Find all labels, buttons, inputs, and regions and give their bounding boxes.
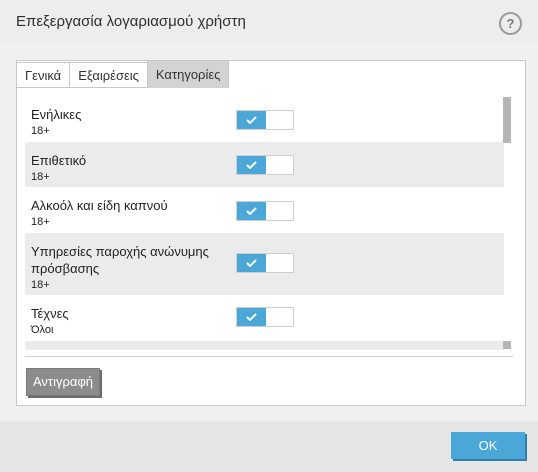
scrollbar-end[interactable] [503,341,511,349]
help-icon[interactable]: ? [499,12,522,35]
list-item [25,341,504,350]
ok-button[interactable]: OK [451,432,525,459]
category-name: Επιθετικό [31,153,87,168]
category-toggle[interactable] [236,253,294,273]
checkmark-icon [246,207,257,215]
list-item: Τέχνες Όλοι [25,295,504,341]
category-toggle[interactable] [236,307,294,327]
toggle-on-indicator [237,111,266,129]
toggle-on-indicator [237,254,266,272]
toggle-on-indicator [237,308,266,326]
category-name: Υπηρεσίες παροχής ανώνυμης πρόσβασης [31,244,209,276]
tab-exceptions[interactable]: Εξαιρέσεις [69,62,147,88]
category-age: 18+ [31,279,50,291]
category-toggle[interactable] [236,155,294,175]
checkmark-icon [246,161,257,169]
tab-general[interactable]: Γενικά [16,62,70,88]
checkmark-icon [246,116,257,124]
category-name: Τέχνες [31,306,69,321]
copy-button[interactable]: Αντιγραφή [26,368,101,396]
toggle-on-indicator [237,156,266,174]
list-item: Αλκοόλ και είδη καπνού 18+ [25,187,504,233]
list-item: Επιθετικό 18+ [25,142,504,187]
checkmark-icon [246,313,257,321]
category-name: Ενήλικες [31,107,82,122]
checkmark-icon [246,259,257,267]
divider [25,356,513,357]
scrollbar[interactable] [503,97,512,349]
list-item: Ενήλικες 18+ [25,96,504,142]
category-list: Ενήλικες 18+ Επιθετικό 18+ Αλκοόλ και εί… [25,96,515,350]
category-toggle[interactable] [236,201,294,221]
tab-bar: Γενικά Εξαιρέσεις Κατηγορίες [16,60,230,89]
toggle-on-indicator [237,202,266,220]
category-name: Αλκοόλ και είδη καπνού [31,198,168,213]
dialog-title: Επεξεργασία λογαριασμού χρήστη [16,13,246,30]
title-bar: Επεξεργασία λογαριασμού χρήστη ? [0,0,538,44]
scrollbar-thumb[interactable] [503,97,511,143]
list-item: Υπηρεσίες παροχής ανώνυμης πρόσβασης 18+ [25,233,504,295]
category-toggle[interactable] [236,110,294,130]
tab-categories[interactable]: Κατηγορίες [146,60,230,88]
